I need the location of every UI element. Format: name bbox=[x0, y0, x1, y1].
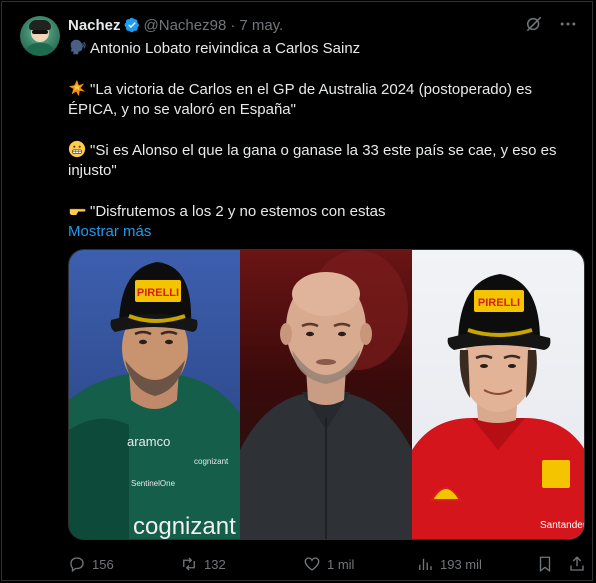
author-handle[interactable]: @Nachez98 bbox=[144, 17, 227, 34]
media-image-alonso[interactable]: PIRELLI aramco cognizant SentinelOne cog… bbox=[69, 250, 241, 539]
tweet-line: Antonio Lobato reivindica a Carlos Sainz bbox=[68, 38, 578, 59]
reply-count: 156 bbox=[92, 556, 114, 572]
quote-3-text: "Disfrutemos a los 2 y no estemos con es… bbox=[90, 203, 386, 220]
bookmark-icon bbox=[539, 556, 551, 573]
views-count: 193 mil bbox=[440, 556, 482, 572]
collision-icon bbox=[68, 79, 86, 97]
author-name[interactable]: Nachez bbox=[68, 17, 121, 34]
views-button[interactable]: 193 mil bbox=[416, 554, 482, 574]
repost-button[interactable]: 132 bbox=[180, 554, 226, 574]
shirt-chest-text: aramco bbox=[127, 434, 170, 449]
reply-icon bbox=[70, 557, 84, 573]
shirt-sponsor-text: SentinelOne bbox=[131, 479, 176, 488]
reply-button[interactable]: 156 bbox=[68, 554, 114, 574]
bookmark-button[interactable] bbox=[536, 554, 554, 574]
tweet-text: Antonio Lobato reivindica a Carlos Sainz… bbox=[68, 38, 578, 242]
tweet-line: "La victoria de Carlos en el GP de Austr… bbox=[68, 79, 578, 120]
shirt-main-text: cognizant bbox=[133, 513, 236, 539]
cap-logo-text: PIRELLI bbox=[137, 287, 179, 299]
more-dots-icon[interactable] bbox=[558, 14, 578, 34]
like-count: 1 mil bbox=[327, 556, 355, 572]
speaking-head-icon bbox=[70, 39, 86, 55]
repost-count: 132 bbox=[204, 556, 226, 572]
tweet-date[interactable]: 7 may. bbox=[239, 17, 283, 34]
pointing-hand-icon bbox=[69, 208, 86, 216]
quote-1-text: "La victoria de Carlos en el GP de Austr… bbox=[68, 81, 532, 118]
shirt-chest-right-text: cognizant bbox=[194, 457, 229, 466]
tweet-line: "Disfrutemos a los 2 y no estemos con es… bbox=[68, 201, 578, 222]
media-image-sainz[interactable]: Santander PIRELLI bbox=[411, 250, 584, 539]
tweet-top-actions bbox=[524, 14, 578, 34]
verified-badge-icon bbox=[124, 17, 140, 33]
media-image-lobato[interactable] bbox=[240, 250, 412, 539]
tweet-line: "Si es Alonso el que la gana o ganase la… bbox=[68, 140, 578, 181]
tweet-card[interactable]: Nachez @Nachez98 · 7 may. Antonio Lobato… bbox=[1, 1, 593, 581]
tweet-actions: 156 132 1 mil 193 mil bbox=[68, 554, 586, 574]
like-button[interactable]: 1 mil bbox=[303, 554, 354, 574]
separator-dot: · bbox=[230, 16, 236, 34]
intro-text: Antonio Lobato reivindica a Carlos Sainz bbox=[90, 40, 361, 57]
grimacing-face-icon bbox=[68, 140, 86, 158]
heart-icon bbox=[304, 557, 320, 571]
suit-sponsor-text: Santander bbox=[540, 520, 584, 531]
share-button[interactable] bbox=[568, 554, 586, 574]
share-icon bbox=[570, 556, 584, 571]
show-more-link[interactable]: Mostrar más bbox=[68, 222, 578, 242]
avatar[interactable] bbox=[20, 16, 60, 56]
views-icon bbox=[419, 558, 432, 570]
repost-icon bbox=[183, 557, 195, 571]
grok-icon[interactable] bbox=[524, 14, 544, 34]
quote-2-text: "Si es Alonso el que la gana o ganase la… bbox=[68, 142, 557, 179]
cap-logo-text: PIRELLI bbox=[478, 297, 520, 309]
tweet-header: Nachez @Nachez98 · 7 may. bbox=[68, 15, 283, 35]
tweet-media[interactable]: PIRELLI aramco cognizant SentinelOne cog… bbox=[68, 249, 585, 540]
